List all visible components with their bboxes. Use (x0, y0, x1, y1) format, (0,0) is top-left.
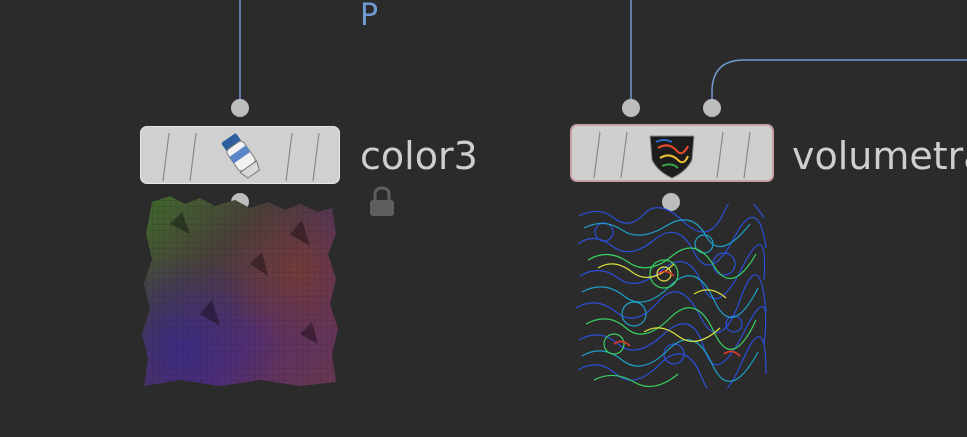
node-body-stripes (162, 132, 320, 182)
node-body-stripes (593, 131, 751, 179)
volume-trail-shield-icon (649, 135, 695, 179)
paint-tube-icon (221, 133, 260, 179)
color3-input-port[interactable] (231, 99, 249, 117)
color3-node-name: color3 (360, 134, 478, 178)
volumetra-node[interactable] (570, 124, 774, 182)
wire-into-volumetra-input2[interactable] (711, 59, 967, 104)
volumetra-input-port-1[interactable] (622, 99, 640, 117)
color3-node[interactable] (140, 126, 340, 184)
lock-icon[interactable] (368, 186, 396, 218)
network-label: P (360, 0, 379, 33)
color3-preview-thumbnail (142, 196, 338, 386)
volumetra-preview-thumbnail (575, 204, 767, 388)
volumetra-input-port-2[interactable] (703, 99, 721, 117)
volumetra-node-name: volumetra (792, 134, 967, 178)
